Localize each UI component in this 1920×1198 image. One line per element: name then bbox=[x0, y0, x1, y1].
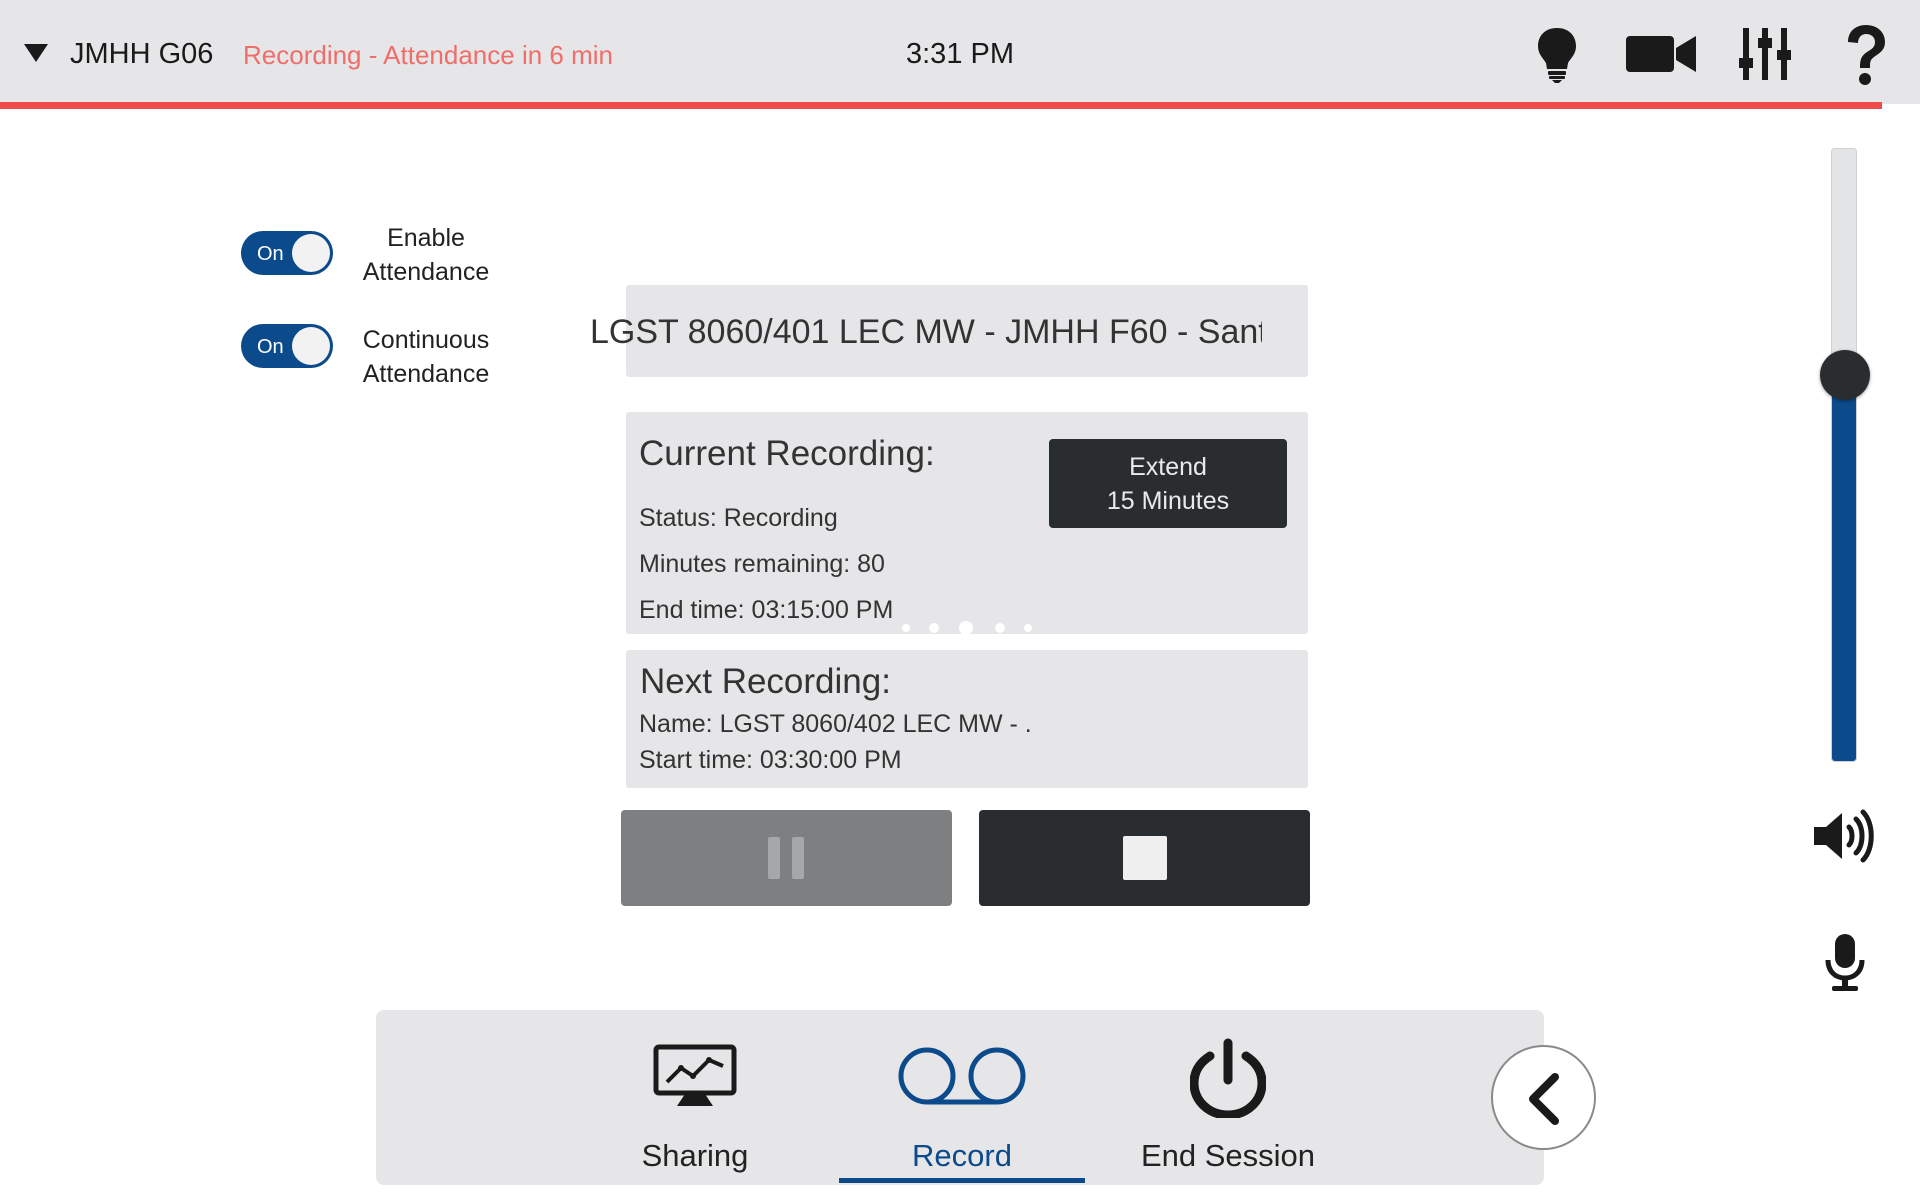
nav-item-end-session[interactable]: End Session bbox=[1105, 1010, 1351, 1185]
loading-dots-icon bbox=[902, 621, 1032, 635]
nav-label-end-session: End Session bbox=[1140, 1138, 1316, 1173]
toggle-state: On bbox=[257, 243, 284, 265]
chevron-left-icon bbox=[1529, 1073, 1559, 1125]
pause-icon bbox=[768, 837, 804, 879]
pause-button[interactable] bbox=[621, 810, 952, 906]
stop-icon bbox=[1123, 836, 1167, 880]
stop-button[interactable] bbox=[979, 810, 1310, 906]
extend-15-minutes-button[interactable]: Extend 15 Minutes bbox=[1049, 439, 1287, 528]
enable-attendance-toggle[interactable]: On bbox=[241, 231, 333, 275]
speaker-icon[interactable] bbox=[1812, 805, 1874, 867]
power-icon bbox=[1190, 1038, 1266, 1118]
extend-button-line1: Extend bbox=[1129, 453, 1207, 481]
nav-label-record: Record bbox=[912, 1138, 1012, 1173]
continuous-attendance-toggle[interactable]: On bbox=[241, 324, 333, 368]
next-recording-start-time: Start time: 03:30:00 PM bbox=[639, 746, 902, 774]
nav-item-sharing[interactable]: Sharing bbox=[572, 1010, 818, 1185]
current-recording-minutes-remaining: Minutes remaining: 80 bbox=[639, 550, 885, 578]
toggle-state: On bbox=[257, 336, 284, 358]
lightbulb-icon[interactable] bbox=[1527, 24, 1587, 84]
mixer-icon[interactable] bbox=[1737, 24, 1793, 84]
nav-item-record[interactable]: Record bbox=[839, 1010, 1085, 1185]
camera-icon[interactable] bbox=[1624, 24, 1698, 84]
header-bar: JMHH G06 Recording - Attendance in 6 min… bbox=[0, 0, 1920, 104]
next-recording-panel: Next Recording: Name: LGST 8060/402 LEC … bbox=[626, 650, 1308, 788]
bottom-nav: Sharing Record End Session bbox=[376, 1010, 1544, 1185]
toggle-knob bbox=[292, 327, 330, 365]
nav-label-sharing: Sharing bbox=[641, 1138, 749, 1173]
microphone-icon[interactable] bbox=[1824, 932, 1866, 992]
course-title: LGST 8060/401 LEC MW - JMHH F60 - Santor… bbox=[590, 313, 1262, 351]
next-recording-name: Name: LGST 8060/402 LEC MW - . bbox=[639, 710, 1032, 738]
recording-status: Recording - Attendance in 6 min bbox=[243, 40, 613, 70]
current-recording-panel: Current Recording: Status: Recording Min… bbox=[626, 412, 1308, 634]
continuous-attendance-label: Continuous Attendance bbox=[362, 326, 490, 388]
back-button[interactable] bbox=[1491, 1045, 1596, 1150]
current-recording-heading: Current Recording: bbox=[639, 434, 935, 473]
next-recording-heading: Next Recording: bbox=[640, 662, 891, 701]
monitor-chart-icon bbox=[653, 1044, 737, 1106]
nav-active-underline bbox=[839, 1178, 1085, 1183]
extend-button-line2: 15 Minutes bbox=[1106, 487, 1230, 515]
volume-slider-track[interactable] bbox=[1831, 148, 1857, 762]
help-icon[interactable] bbox=[1840, 22, 1892, 88]
recording-indicator-line bbox=[0, 102, 1882, 109]
current-recording-end-time: End time: 03:15:00 PM bbox=[639, 596, 894, 624]
enable-attendance-label: Enable Attendance bbox=[362, 224, 490, 286]
current-recording-status: Status: Recording bbox=[639, 504, 838, 532]
volume-slider-fill bbox=[1832, 374, 1856, 761]
toggle-knob bbox=[292, 234, 330, 272]
voicemail-icon bbox=[898, 1047, 1026, 1105]
volume-slider-handle[interactable] bbox=[1820, 350, 1870, 400]
room-name[interactable]: JMHH G06 bbox=[70, 38, 213, 71]
clock: 3:31 PM bbox=[906, 38, 1014, 70]
room-dropdown-arrow-icon[interactable] bbox=[24, 44, 48, 62]
